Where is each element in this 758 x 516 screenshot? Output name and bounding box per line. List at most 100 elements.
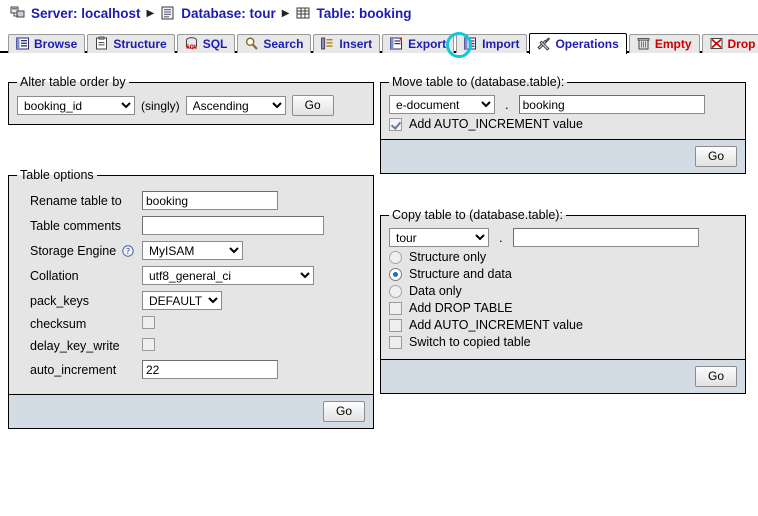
copy-structure-only-label: Structure only bbox=[409, 250, 487, 264]
table-options-fieldset: Table options Rename table to Table comm… bbox=[8, 168, 374, 395]
insert-icon bbox=[320, 36, 335, 51]
tab-browse[interactable]: Browse bbox=[8, 34, 86, 53]
order-column-select[interactable]: booking_id bbox=[17, 96, 135, 115]
copy-separator: . bbox=[499, 230, 503, 245]
alter-order-go-button[interactable]: Go bbox=[291, 95, 334, 116]
move-table-fieldset: Move table to (database.table): e-docume… bbox=[380, 75, 746, 140]
copy-data-only-radio[interactable] bbox=[389, 284, 402, 298]
tab-export[interactable]: Export bbox=[382, 34, 455, 53]
tab-label-insert: Insert bbox=[339, 36, 373, 51]
copy-table-panel: Copy table to (database.table): tour . S… bbox=[380, 208, 746, 394]
table-row-comments: Table comments bbox=[17, 213, 324, 238]
sql-icon: SQL bbox=[184, 36, 199, 51]
copy-table-row: tour . bbox=[389, 228, 737, 247]
browse-icon bbox=[15, 36, 30, 51]
question-mark-icon[interactable]: ? bbox=[121, 244, 134, 257]
copy-switch-to-copied-row[interactable]: Switch to copied table bbox=[389, 335, 737, 349]
copy-table-name-input[interactable] bbox=[512, 228, 699, 247]
tab-label-export: Export bbox=[408, 36, 447, 51]
order-direction-select[interactable]: Ascending bbox=[185, 96, 286, 115]
tab-sql[interactable]: SQL SQL bbox=[176, 34, 236, 53]
move-database-select[interactable]: e-document bbox=[389, 95, 495, 114]
copy-structure-and-data-radio[interactable] bbox=[389, 267, 402, 281]
svg-text:SQL: SQL bbox=[186, 44, 198, 50]
move-add-auto-increment-row[interactable]: Add AUTO_INCREMENT value bbox=[389, 117, 737, 131]
tab-label-operations: Operations bbox=[555, 36, 619, 51]
copy-add-auto-increment-checkbox[interactable] bbox=[389, 318, 402, 332]
move-table-legend: Move table to (database.table): bbox=[392, 75, 565, 89]
move-table-go-button[interactable]: Go bbox=[694, 146, 737, 167]
collation-select[interactable]: utf8_general_ci bbox=[142, 266, 314, 285]
move-add-auto-increment-label: Add AUTO_INCREMENT value bbox=[409, 117, 583, 131]
table-comments-input[interactable] bbox=[142, 216, 324, 235]
table-options-legend: Table options bbox=[20, 168, 94, 182]
rename-table-input[interactable] bbox=[142, 191, 278, 210]
copy-add-auto-increment-label: Add AUTO_INCREMENT value bbox=[409, 318, 583, 332]
import-icon bbox=[463, 36, 478, 51]
copy-table-footer: Go bbox=[380, 360, 746, 394]
breadcrumb-item-database[interactable]: Database: tour bbox=[160, 5, 276, 21]
alter-table-order-fieldset: Alter table order by booking_id (singly)… bbox=[8, 75, 374, 125]
breadcrumb-separator: ▶ bbox=[146, 7, 155, 19]
copy-structure-only-row[interactable]: Structure only bbox=[389, 250, 737, 264]
move-table-name-input[interactable] bbox=[518, 95, 705, 114]
table-options-go-button[interactable]: Go bbox=[322, 401, 365, 422]
server-icon bbox=[10, 5, 26, 21]
tab-label-structure: Structure bbox=[113, 36, 167, 51]
tab-structure[interactable]: Structure bbox=[87, 34, 175, 53]
tab-label-empty: Empty bbox=[654, 36, 692, 51]
copy-table-fieldset: Copy table to (database.table): tour . S… bbox=[380, 208, 746, 360]
alter-table-order-panel: Alter table order by booking_id (singly)… bbox=[8, 75, 374, 125]
table-row-storage-engine: Storage Engine ? MyISAM bbox=[17, 238, 324, 263]
copy-table-go-button[interactable]: Go bbox=[694, 366, 737, 387]
left-column: Alter table order by booking_id (singly)… bbox=[8, 75, 374, 429]
table-row-auto-increment: auto_increment bbox=[17, 357, 324, 382]
label-auto-increment: auto_increment bbox=[30, 362, 117, 377]
table-row-checksum: checksum bbox=[17, 313, 324, 335]
tab-import[interactable]: Import bbox=[456, 34, 528, 53]
breadcrumb-label-database: Database: tour bbox=[181, 5, 276, 21]
tab-label-sql: SQL bbox=[202, 36, 228, 51]
breadcrumb-label-table: Table: booking bbox=[316, 5, 412, 21]
label-storage-engine: Storage Engine bbox=[30, 243, 117, 258]
copy-structure-only-radio[interactable] bbox=[389, 250, 402, 264]
copy-database-select[interactable]: tour bbox=[389, 228, 489, 247]
table-options-panel: Table options Rename table to Table comm… bbox=[8, 168, 374, 429]
auto-increment-input[interactable] bbox=[142, 360, 278, 379]
tab-insert[interactable]: Insert bbox=[313, 34, 381, 53]
tab-label-search: Search bbox=[263, 36, 304, 51]
copy-table-legend: Copy table to (database.table): bbox=[392, 208, 563, 222]
tab-empty[interactable]: Empty bbox=[628, 34, 700, 53]
structure-icon bbox=[94, 36, 109, 51]
label-pack-keys: pack_keys bbox=[30, 293, 90, 308]
move-add-auto-increment-checkbox[interactable] bbox=[389, 117, 402, 131]
move-table-row: e-document . bbox=[389, 95, 737, 114]
copy-data-only-row[interactable]: Data only bbox=[389, 284, 737, 298]
copy-structure-and-data-row[interactable]: Structure and data bbox=[389, 267, 737, 281]
breadcrumb-item-table[interactable]: Table: booking bbox=[295, 5, 411, 21]
tab-drop[interactable]: Drop bbox=[701, 34, 758, 53]
singly-label: (singly) bbox=[141, 98, 180, 113]
tab-search[interactable]: Search bbox=[237, 34, 312, 53]
database-icon bbox=[160, 5, 176, 21]
copy-add-drop-table-row[interactable]: Add DROP TABLE bbox=[389, 301, 737, 315]
label-collation: Collation bbox=[30, 268, 79, 283]
tab-bar: Browse Structure SQL SQL Search Insert E… bbox=[0, 27, 758, 54]
copy-add-drop-table-checkbox[interactable] bbox=[389, 301, 402, 315]
copy-data-only-label: Data only bbox=[409, 284, 462, 298]
checksum-checkbox[interactable] bbox=[142, 316, 155, 329]
label-delay-key-write: delay_key_write bbox=[30, 339, 120, 353]
trash-icon bbox=[636, 36, 651, 51]
tab-operations[interactable]: Operations bbox=[529, 33, 627, 54]
drop-icon bbox=[709, 36, 724, 51]
copy-switch-to-copied-checkbox[interactable] bbox=[389, 335, 402, 349]
pack-keys-select[interactable]: DEFAULT bbox=[142, 291, 222, 310]
delay-key-write-checkbox[interactable] bbox=[142, 338, 155, 351]
move-table-panel: Move table to (database.table): e-docume… bbox=[380, 75, 746, 174]
table-row-delay-key-write: delay_key_write bbox=[17, 335, 324, 357]
storage-engine-select[interactable]: MyISAM bbox=[142, 241, 243, 260]
table-row-pack-keys: pack_keys DEFAULT bbox=[17, 288, 324, 313]
table-options-grid: Rename table to Table comments Stor bbox=[17, 188, 324, 382]
breadcrumb-item-server[interactable]: Server: localhost bbox=[10, 5, 141, 21]
copy-add-auto-increment-row[interactable]: Add AUTO_INCREMENT value bbox=[389, 318, 737, 332]
